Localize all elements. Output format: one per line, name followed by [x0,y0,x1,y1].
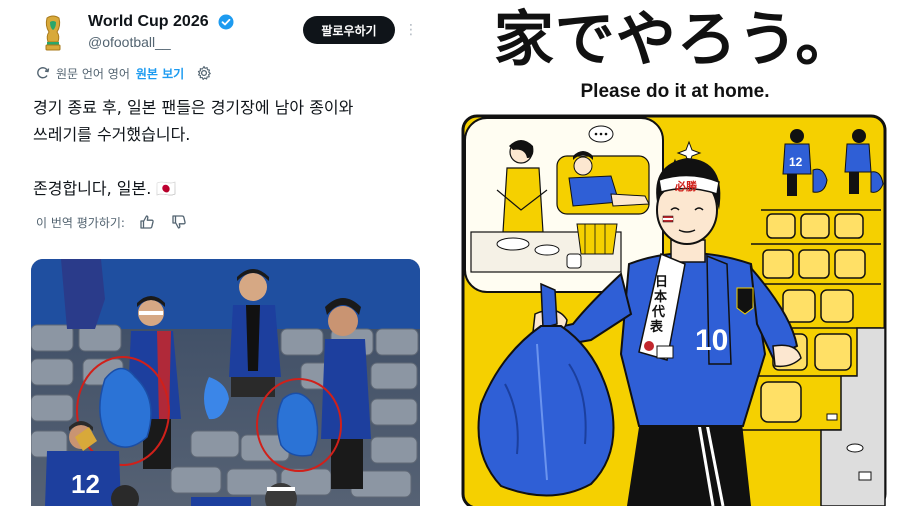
world-cup-trophy-icon [30,12,76,58]
stadium-fans-photo: 12 [31,259,420,506]
display-name[interactable]: World Cup 2026 [88,13,209,31]
photo-jersey-number: 12 [71,469,100,499]
translate-icon [37,67,50,79]
translation-note: 원문 언어 영어 [56,66,130,81]
poster-illustration: 12 必勝 日本代表 10 [461,114,887,510]
thumbs-up-icon[interactable] [139,214,155,230]
thumbs-down-icon[interactable] [171,214,187,230]
gear-icon[interactable] [196,65,212,81]
follow-button[interactable]: 팔로우하기 [303,16,395,44]
rate-translation-label: 이 번역 평가하기: [36,215,125,230]
poster-illustration-svg: 12 必勝 日本代表 10 [461,114,887,510]
rate-translation-row: 이 번역 평가하기: [36,212,187,232]
poster-subtitle: Please do it at home. [580,81,770,102]
tweet-card: World Cup 2026 @ofootball__ 팔로우하기 ⋮ 원문 언… [0,0,450,506]
show-original-link[interactable]: 원본 보기 [136,65,184,82]
poster-title: 家でやろう。 [493,5,857,75]
translation-bar: 원문 언어 영어 원본 보기 [36,64,212,82]
headband-text: 必勝 [674,179,698,193]
tweet-photo[interactable]: 12 [31,259,420,506]
avatar[interactable] [30,12,76,58]
verified-badge-icon [218,14,234,30]
background-player-number: 12 [789,155,803,169]
user-handle[interactable]: @ofootball__ [88,34,171,50]
player-jersey-number: 10 [695,324,728,357]
more-options-icon[interactable]: ⋮ [404,21,418,39]
tweet-text: 경기 종료 후, 일본 팬들은 경기장에 남아 종이와 쓰레기를 수거했습니다.… [33,98,354,198]
